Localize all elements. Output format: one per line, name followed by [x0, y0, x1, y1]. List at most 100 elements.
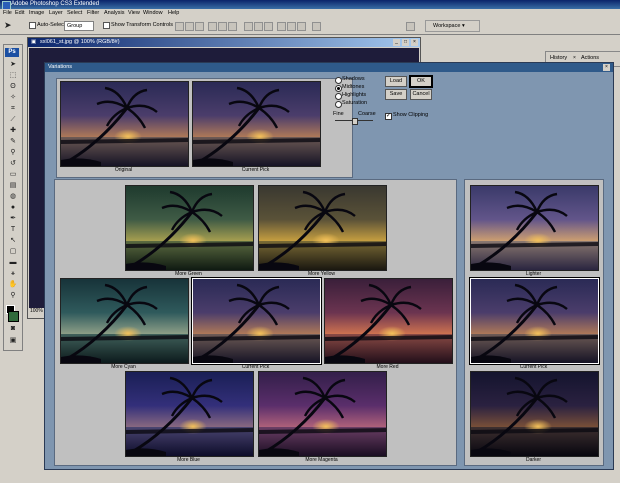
dialog-title-bar: Variations × [45, 63, 613, 72]
gradient-tool-icon[interactable]: ▤ [8, 182, 18, 190]
background-color-swatch[interactable] [8, 311, 19, 322]
hand-tool-icon[interactable]: ✋ [8, 281, 18, 289]
radio-highlights[interactable] [335, 93, 342, 100]
auto-select-dropdown[interactable]: Group [64, 21, 94, 31]
align-left-icon[interactable] [208, 22, 217, 31]
distribute-left-icon[interactable] [277, 22, 286, 31]
app-title-bar: Adobe Photoshop CS3 Extended [0, 0, 620, 10]
radio-saturation[interactable] [335, 101, 342, 108]
distribute-right-icon[interactable] [297, 22, 306, 31]
path-select-icon[interactable]: ↖ [8, 237, 18, 245]
eyedropper-icon[interactable]: ⚹ [8, 270, 18, 278]
current-pick-top-label: Current Pick [241, 167, 270, 173]
cancel-button[interactable]: Cancel [410, 89, 432, 100]
darker-label: Darker [525, 457, 541, 463]
color-variations-pane: More Green More Yellow More Cyan Current… [54, 179, 457, 466]
radio-midtones-label: Midtones [342, 84, 365, 90]
more-magenta-thumbnail[interactable] [258, 371, 387, 457]
show-transform-checkbox[interactable] [103, 22, 110, 29]
close-icon[interactable]: × [573, 54, 576, 62]
show-clipping-checkbox[interactable]: ✓ [385, 113, 392, 120]
lighter-label: Lighter [525, 271, 542, 277]
more-green-label: More Green [175, 271, 202, 277]
workspace-button[interactable]: Workspace ▾ [425, 20, 480, 32]
menu-image[interactable]: Image [29, 9, 44, 17]
crop-tool-icon[interactable]: ⌗ [8, 105, 18, 113]
magic-wand-icon[interactable]: ✧ [8, 94, 18, 102]
load-button[interactable]: Load [385, 76, 407, 87]
fine-coarse-slider-thumb[interactable] [352, 118, 358, 125]
blur-tool-icon[interactable]: ◍ [8, 193, 18, 201]
tab-history[interactable]: History [550, 54, 567, 62]
original-label: Original [114, 167, 133, 173]
lasso-tool-icon[interactable]: ʘ [8, 83, 18, 91]
menu-select[interactable]: Select [67, 9, 82, 17]
dodge-tool-icon[interactable]: ● [8, 204, 18, 212]
history-brush-icon[interactable]: ↺ [8, 160, 18, 168]
lightness-pane: Lighter Current Pick Darker [464, 179, 604, 466]
save-button[interactable]: Save [385, 89, 407, 100]
distribute-hcenter-icon[interactable] [287, 22, 296, 31]
brush-tool-icon[interactable]: ✎ [8, 138, 18, 146]
align-right-icon[interactable] [228, 22, 237, 31]
minimize-icon[interactable]: _ [393, 39, 400, 46]
more-green-thumbnail[interactable] [125, 185, 254, 271]
zoom-tool-icon[interactable]: ⚲ [8, 292, 18, 300]
distribute-vcenter-icon[interactable] [254, 22, 263, 31]
menu-file[interactable]: File [3, 9, 12, 17]
auto-select-checkbox[interactable] [29, 22, 36, 29]
tab-actions[interactable]: Actions [581, 54, 599, 62]
align-vcenter-icon[interactable] [185, 22, 194, 31]
align-hcenter-icon[interactable] [218, 22, 227, 31]
align-top-icon[interactable] [175, 22, 184, 31]
close-icon[interactable]: × [603, 64, 610, 71]
align-bottom-icon[interactable] [195, 22, 204, 31]
distribute-top-icon[interactable] [244, 22, 253, 31]
more-yellow-thumbnail[interactable] [258, 185, 387, 271]
variations-dialog: Variations × Original Current Pick Shado… [44, 62, 614, 470]
palette-well-icon[interactable] [406, 22, 415, 31]
clone-stamp-icon[interactable]: ⚲ [8, 149, 18, 157]
darker-thumbnail[interactable] [470, 371, 599, 457]
current-pick-center-thumbnail [191, 277, 322, 365]
more-cyan-thumbnail[interactable] [60, 278, 189, 364]
radio-midtones[interactable] [335, 85, 342, 92]
distribute-bottom-icon[interactable] [264, 22, 273, 31]
zoom-level: 100% [30, 308, 43, 314]
eraser-tool-icon[interactable]: ▭ [8, 171, 18, 179]
current-pick-right-thumbnail [469, 277, 600, 365]
current-pick-center-label: Current Pick [241, 364, 270, 370]
healing-brush-icon[interactable]: ✚ [8, 127, 18, 135]
menu-layer[interactable]: Layer [49, 9, 63, 17]
radio-saturation-label: Saturation [342, 100, 368, 106]
maximize-icon[interactable]: □ [402, 39, 409, 46]
app-title: Adobe Photoshop CS3 Extended [11, 1, 100, 7]
more-blue-thumbnail[interactable] [125, 371, 254, 457]
menu-window[interactable]: Window [143, 9, 163, 17]
shape-tool-icon[interactable]: ▢ [8, 248, 18, 256]
ps-logo: Ps [5, 48, 19, 57]
auto-align-icon[interactable] [312, 22, 321, 31]
menu-filter[interactable]: Filter [87, 9, 99, 17]
move-tool-icon[interactable]: ➤ [8, 61, 18, 69]
pen-tool-icon[interactable]: ✒ [8, 215, 18, 223]
notes-tool-icon[interactable]: ▬ [8, 259, 18, 267]
menu-edit[interactable]: Edit [15, 9, 24, 17]
menu-view[interactable]: View [128, 9, 140, 17]
menu-help[interactable]: Help [168, 9, 179, 17]
more-red-thumbnail[interactable] [324, 278, 453, 364]
document-title-bar: ▣ sxl061_st.jpg @ 100% (RGB/8#) _ □ × [28, 38, 420, 47]
radio-shadows[interactable] [335, 77, 342, 84]
show-transform-label: Show Transform Controls [111, 22, 174, 28]
fine-label: Fine [333, 111, 344, 117]
lighter-thumbnail[interactable] [470, 185, 599, 271]
slice-tool-icon[interactable]: ⟋ [8, 116, 18, 124]
ok-button[interactable]: OK [409, 75, 433, 88]
screen-mode-icon[interactable]: ▣ [8, 337, 18, 345]
close-icon[interactable]: × [411, 39, 418, 46]
marquee-tool-icon[interactable]: ⬚ [8, 72, 18, 80]
menu-analysis[interactable]: Analysis [104, 9, 124, 17]
quick-mask-icon[interactable]: ◙ [8, 325, 18, 333]
type-tool-icon[interactable]: T [8, 226, 18, 234]
original-thumbnail [60, 81, 189, 167]
